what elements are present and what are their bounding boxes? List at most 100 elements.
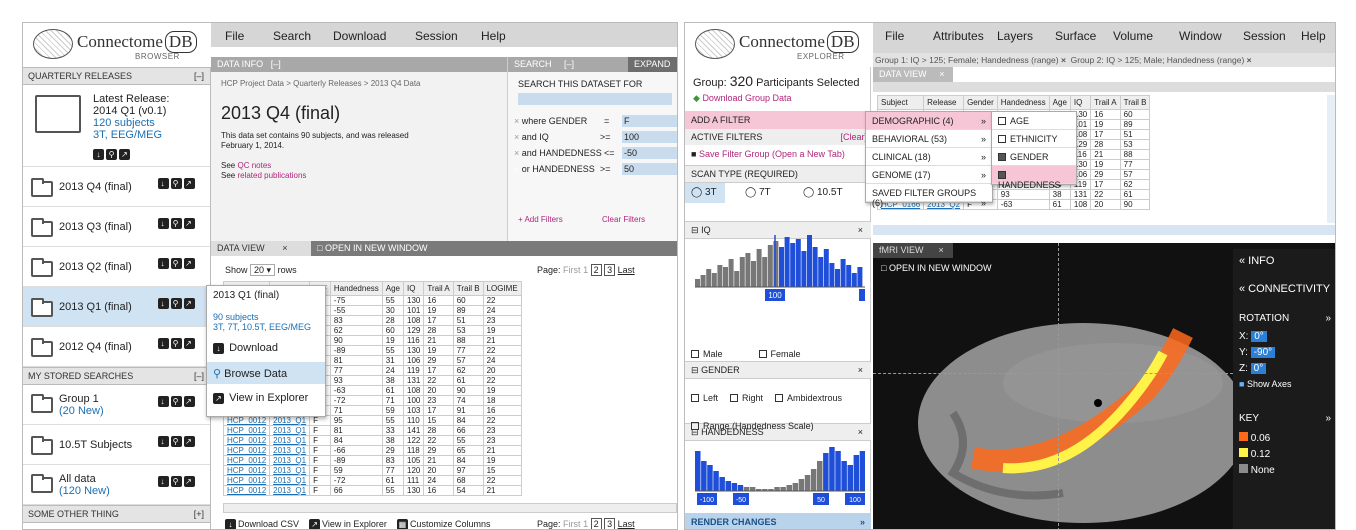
table-row[interactable]: HCP_0012 2013_Q1 F -89 83 105 21 84 19 — [223, 455, 522, 466]
criterion-value-input[interactable]: 100 — [622, 131, 677, 143]
open-new-window-link[interactable]: OPEN IN NEW WINDOW — [325, 243, 428, 253]
column-header[interactable]: Subject — [877, 95, 925, 110]
scan-3t-radio[interactable]: ◯ 3T — [685, 183, 725, 203]
column-header[interactable]: Trail A — [1090, 95, 1121, 110]
search-expand-tab[interactable]: EXPAND — [628, 57, 677, 72]
explorer-arrow-icon[interactable]: ↗ — [184, 338, 195, 349]
connectivity-button[interactable]: « CONNECTIVITY — [1239, 283, 1330, 295]
data-view-tab[interactable]: DATA VIEW — [217, 243, 265, 253]
menu-file[interactable]: File — [225, 29, 244, 43]
search-icon[interactable]: ⚲ — [171, 396, 182, 407]
table-row[interactable]: HCP_0012 2013_Q1 F 81 33 141 28 66 23 — [223, 425, 522, 436]
info-button[interactable]: « INFO — [1239, 255, 1274, 267]
column-header[interactable]: Gender — [963, 95, 998, 110]
z-rotation-input[interactable]: 0° — [1250, 363, 1267, 374]
search-collapse[interactable]: [–] — [564, 59, 574, 69]
chevron-right-icon[interactable]: » — [1325, 313, 1331, 324]
female-checkbox[interactable] — [758, 350, 767, 358]
page-2[interactable]: 2 — [590, 264, 602, 276]
handedness-histogram[interactable]: -100 -50 50 100 — [695, 439, 865, 509]
close-icon[interactable]: × — [1061, 55, 1066, 65]
menu-help[interactable]: Help — [481, 29, 506, 43]
release-item[interactable]: 2012 Q4 (final) ↓ ⚲ ↗ — [23, 327, 210, 367]
collapse-toggle[interactable]: [–] — [194, 371, 204, 381]
close-icon[interactable]: × — [939, 69, 944, 79]
explorer-logo[interactable]: Connectome DB EXPLORER — [685, 23, 873, 67]
page-1[interactable]: 1 — [583, 265, 588, 275]
search-icon[interactable]: ⚲ — [171, 258, 182, 269]
stored-search-item[interactable]: 10.5T Subjects ↓ ⚲ ↗ — [23, 425, 210, 465]
close-icon[interactable]: × — [858, 427, 863, 437]
release-item[interactable]: 2013 Q4 (final) ↓ ⚲ ↗ — [23, 167, 210, 207]
menu-attributes[interactable]: Attributes — [933, 29, 984, 43]
horizontal-scrollbar[interactable] — [223, 503, 677, 513]
explorer-arrow-icon[interactable]: ↗ — [184, 218, 195, 229]
explorer-arrow-icon[interactable]: ↗ — [184, 476, 195, 487]
data-info-collapse[interactable]: [–] — [271, 59, 281, 69]
focus-point[interactable] — [1094, 399, 1102, 407]
stored-search-item[interactable]: Group 1 (20 New) ↓ ⚲ ↗ — [23, 385, 210, 425]
download-group-link[interactable]: Download Group Data — [702, 93, 791, 103]
group-tab-2[interactable]: Group 2: IQ > 125; Male; Handedness (ran… — [1071, 55, 1245, 65]
submenu-age[interactable]: AGE — [992, 112, 1076, 130]
close-icon[interactable]: × — [1247, 55, 1252, 65]
criterion-value-input[interactable]: 50 — [622, 163, 677, 175]
search-icon[interactable]: ⚲ — [171, 218, 182, 229]
search-icon[interactable]: ⚲ — [171, 178, 182, 189]
search-icon[interactable]: ⚲ — [171, 338, 182, 349]
data-info-tab[interactable]: DATA INFO — [217, 59, 263, 69]
explorer-arrow-icon[interactable]: ↗ — [184, 298, 195, 309]
first-page-link[interactable]: First — [563, 519, 581, 529]
search-icon[interactable]: ⚲ — [106, 149, 117, 160]
last-page-link[interactable]: Last — [618, 519, 635, 529]
horizontal-scrollbar[interactable] — [873, 225, 1335, 235]
submenu-gender[interactable]: GENDER — [992, 148, 1076, 166]
chevron-right-icon[interactable]: » — [1325, 413, 1331, 424]
fmri-tab[interactable]: fMRI VIEW — [879, 245, 924, 255]
search-tab[interactable]: SEARCH — [514, 59, 552, 69]
release-item-selected[interactable]: 2013 Q1 (final) ↓ ⚲ ↗ — [23, 287, 210, 327]
show-axes-checkbox[interactable]: ■ — [1239, 379, 1244, 389]
table-row[interactable]: HCP_0012 2013_Q1 F 84 38 122 22 55 23 — [223, 435, 522, 446]
explorer-arrow-icon[interactable]: ↗ — [184, 436, 195, 447]
download-icon[interactable]: ↓ — [158, 436, 169, 447]
menu-search[interactable]: Search — [273, 29, 311, 43]
range-checkbox[interactable] — [691, 422, 699, 430]
vertical-scrollbar[interactable] — [1327, 95, 1335, 223]
download-csv-button[interactable]: Download CSV — [238, 519, 299, 529]
criterion-value-input[interactable]: -50 — [622, 147, 677, 159]
table-row[interactable]: HCP_0012 2013_Q1 F -72 61 111 24 68 22 — [223, 475, 522, 486]
column-header[interactable]: Trail A — [423, 281, 454, 296]
column-header[interactable]: IQ — [402, 281, 425, 296]
download-icon[interactable]: ↓ — [158, 178, 169, 189]
y-rotation-input[interactable]: -90° — [1250, 347, 1276, 358]
menu-window[interactable]: Window — [1179, 29, 1222, 43]
download-icon[interactable]: ↓ — [93, 149, 104, 160]
table-row[interactable]: HCP_0012 2013_Q1 F 66 55 130 16 54 21 — [223, 485, 522, 496]
explorer-arrow-icon[interactable]: ↗ — [184, 258, 195, 269]
release-item[interactable]: 2013 Q3 (final) ↓ ⚲ ↗ — [23, 207, 210, 247]
column-header[interactable]: Trail B — [1119, 95, 1151, 110]
male-checkbox[interactable] — [691, 350, 699, 358]
menu-item-demographic[interactable]: DEMOGRAPHIC (4) » — [866, 112, 992, 130]
table-row[interactable]: HCP_0012 2013_Q1 F 95 55 110 15 84 22 — [223, 415, 522, 426]
search-input[interactable] — [518, 93, 672, 105]
page-3[interactable]: 3 — [604, 518, 616, 529]
menu-session[interactable]: Session — [1243, 29, 1286, 43]
page-2[interactable]: 2 — [590, 518, 602, 529]
right-checkbox[interactable] — [730, 394, 739, 402]
close-icon[interactable]: × — [858, 365, 863, 375]
save-filter-link[interactable]: Save Filter Group — [699, 149, 770, 159]
rows-select[interactable]: 20 ▾ — [250, 264, 276, 276]
customize-columns-button[interactable]: Customize Columns — [410, 519, 491, 529]
download-icon[interactable]: ↓ — [158, 258, 169, 269]
page-3[interactable]: 3 — [604, 264, 616, 276]
add-filter-button[interactable]: ADD A FILTER — [685, 111, 871, 129]
submenu-handedness[interactable]: HANDEDNESS — [992, 166, 1076, 190]
popup-view[interactable]: ↗ View in Explorer — [213, 392, 308, 404]
submenu-ethnicity[interactable]: ETHNICITY — [992, 130, 1076, 148]
x-rotation-input[interactable]: 0° — [1251, 331, 1267, 342]
search-icon[interactable]: ⚲ — [171, 298, 182, 309]
column-header[interactable]: LOGIME — [482, 281, 522, 296]
column-header[interactable]: Trail B — [452, 281, 484, 296]
